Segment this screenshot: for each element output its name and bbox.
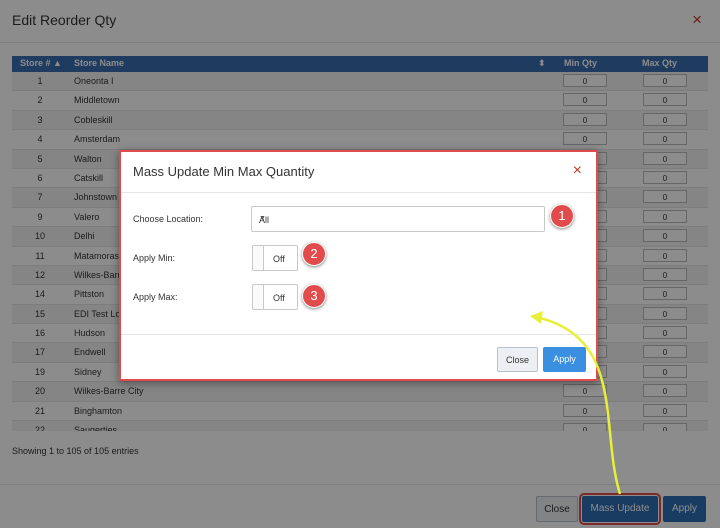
annotation-arrow (530, 311, 622, 495)
